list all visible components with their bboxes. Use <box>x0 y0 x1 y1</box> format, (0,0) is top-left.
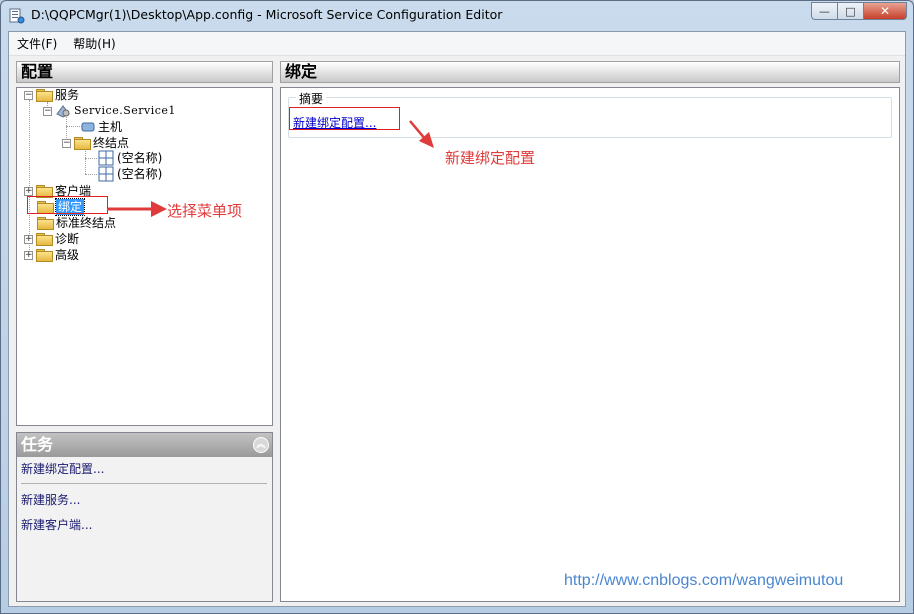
annotation-highlight-box <box>289 107 400 130</box>
tree-line <box>85 174 97 175</box>
tree-label: 主机 <box>98 120 123 134</box>
menu-bar: 文件(F) 帮助(H) <box>9 32 905 56</box>
menu-help[interactable]: 帮助(H) <box>65 32 123 56</box>
task-new-binding-config[interactable]: 新建绑定配置... <box>21 460 104 477</box>
expand-toggle[interactable]: + <box>24 186 33 196</box>
config-editor-icon <box>9 8 25 24</box>
config-pane-header: 配置 <box>16 61 273 83</box>
bindings-pane-header: 绑定 <box>280 61 900 83</box>
title-bar[interactable]: D:\QQPCMgr(1)\Desktop\App.config - Micro… <box>1 1 913 31</box>
tree-label: 诊断 <box>55 232 80 246</box>
maximize-button[interactable]: □ <box>837 2 863 20</box>
caption-buttons: — □ ✕ <box>811 2 907 20</box>
annotation-new-binding-config: 新建绑定配置 <box>445 149 536 167</box>
tree-line <box>85 148 86 174</box>
collapse-toggle[interactable]: − <box>43 106 52 116</box>
task-new-service[interactable]: 新建服务... <box>21 491 80 508</box>
divider <box>21 483 267 484</box>
summary-legend: 摘要 <box>296 90 327 107</box>
tree-node-service1[interactable]: − Service.Service1 <box>43 103 176 119</box>
collapse-chevron-icon[interactable]: ︽ <box>253 437 269 453</box>
tasks-header: 任务 ︽ <box>17 433 272 457</box>
folder-open-icon <box>36 89 53 102</box>
host-icon <box>81 122 95 132</box>
tree-node-services[interactable]: − 服务 <box>24 87 79 103</box>
tree-label: 服务 <box>55 88 80 102</box>
tree-label: Service.Service1 <box>74 104 176 117</box>
tree-node-endpoints[interactable]: − 终结点 <box>62 135 129 151</box>
tree-label: 终结点 <box>93 136 130 150</box>
annotation-select-menu-item: 选择菜单项 <box>167 202 243 220</box>
bindings-panel: 摘要 新建绑定配置... <box>280 87 900 602</box>
tree-label: (空名称) <box>117 151 163 165</box>
tree-node-standard-endpoints[interactable]: 标准终结点 <box>37 215 116 231</box>
annotation-highlight-box <box>27 196 108 214</box>
close-button[interactable]: ✕ <box>863 2 907 20</box>
folder-open-icon <box>74 137 91 150</box>
tree-line <box>66 126 82 127</box>
tree-node-advanced[interactable]: + 高级 <box>24 247 79 263</box>
expand-toggle[interactable]: + <box>24 234 33 244</box>
watermark-url: http://www.cnblogs.com/wangweimutou <box>564 572 844 589</box>
task-new-client[interactable]: 新建客户端... <box>21 516 92 533</box>
tree-line <box>85 158 97 159</box>
app-window: D:\QQPCMgr(1)\Desktop\App.config - Micro… <box>0 0 914 614</box>
config-tree: − 服务 − Service.Service1 主机 − 终结点 (空名称) (… <box>17 88 272 425</box>
endpoint-icon <box>98 150 114 166</box>
tree-node-diagnostics[interactable]: + 诊断 <box>24 231 79 247</box>
annotation-arrow-icon <box>107 201 167 217</box>
tree-label: (空名称) <box>117 167 163 181</box>
config-tree-panel: − 服务 − Service.Service1 主机 − 终结点 (空名称) (… <box>16 87 273 426</box>
tree-node-host[interactable]: 主机 <box>81 119 122 135</box>
menu-file[interactable]: 文件(F) <box>9 32 65 56</box>
minimize-button[interactable]: — <box>811 2 837 20</box>
folder-icon <box>36 249 53 262</box>
service-gear-icon <box>56 105 70 118</box>
window-title: D:\QQPCMgr(1)\Desktop\App.config - Micro… <box>31 7 503 22</box>
tree-node-endpoint-2[interactable]: (空名称) <box>98 166 162 182</box>
tree-node-endpoint-1[interactable]: (空名称) <box>98 150 162 166</box>
tasks-title: 任务 <box>21 435 54 454</box>
tasks-panel: 任务 ︽ 新建绑定配置... 新建服务... 新建客户端... <box>16 432 273 602</box>
tree-label: 高级 <box>55 248 80 262</box>
collapse-toggle[interactable]: − <box>62 138 71 148</box>
folder-icon <box>37 217 54 230</box>
annotation-arrow-icon <box>409 120 434 148</box>
expand-toggle[interactable]: + <box>24 250 33 260</box>
collapse-toggle[interactable]: − <box>24 90 33 100</box>
client-area: 文件(F) 帮助(H) 配置 − 服务 − Service.Service1 主… <box>8 31 906 607</box>
folder-icon <box>36 233 53 246</box>
endpoint-icon <box>98 166 114 182</box>
